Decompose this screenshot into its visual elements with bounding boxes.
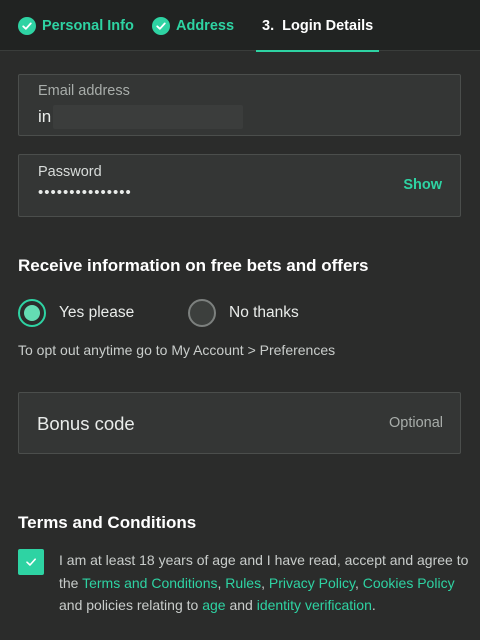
terms-checkbox[interactable] — [18, 549, 44, 575]
password-field[interactable]: Password ••••••••••••••• Show — [18, 154, 461, 217]
cookies-policy-link[interactable]: Cookies Policy — [363, 575, 455, 591]
progress-steps: Personal Info Address 3. Login Details — [0, 0, 480, 52]
radio-selected-icon[interactable] — [18, 299, 46, 327]
check-circle-icon — [152, 16, 170, 35]
terms-text: I am at least 18 years of age and I have… — [59, 549, 469, 617]
email-value-text: in — [38, 107, 52, 126]
bonus-code-field[interactable]: Bonus code Optional — [18, 392, 461, 454]
show-password-button[interactable]: Show — [403, 177, 442, 193]
terms-separator: , — [354, 574, 363, 591]
bonus-code-label: Bonus code — [37, 413, 135, 434]
terms-separator: , — [261, 574, 269, 591]
step-address[interactable]: Address — [152, 0, 234, 51]
email-label: Email address — [38, 83, 130, 99]
terms-link[interactable]: Terms and Conditions — [82, 575, 217, 591]
rules-link[interactable]: Rules — [225, 575, 261, 591]
email-field[interactable]: Email address in — [18, 74, 461, 136]
radio-unselected-icon[interactable] — [188, 299, 216, 327]
radio-no-thanks[interactable]: No thanks — [188, 298, 299, 328]
terms-and-text: and — [225, 597, 257, 613]
offers-heading: Receive information on free bets and off… — [18, 256, 369, 275]
age-link[interactable]: age — [202, 597, 225, 613]
step-label: 3. Login Details — [262, 17, 374, 34]
checkmark-icon — [26, 558, 36, 566]
email-value: in — [38, 105, 244, 129]
password-value: ••••••••••••••• — [38, 184, 132, 201]
radio-label: Yes please — [59, 304, 135, 321]
radio-label: No thanks — [229, 304, 299, 321]
terms-policies-text: and policies relating to — [59, 597, 203, 613]
email-redacted — [53, 105, 244, 129]
radio-yes-please[interactable]: Yes please — [18, 298, 134, 328]
step-label: Personal Info — [42, 17, 134, 34]
identity-verification-link[interactable]: identity verification — [257, 597, 372, 613]
optout-note: To opt out anytime go to My Account > Pr… — [18, 342, 336, 358]
step-personal-info[interactable]: Personal Info — [18, 0, 134, 51]
bonus-code-hint: Optional — [388, 415, 443, 431]
step-label: Address — [176, 17, 235, 34]
privacy-policy-link[interactable]: Privacy Policy — [269, 575, 355, 591]
terms-heading: Terms and Conditions — [18, 513, 197, 532]
password-label: Password — [38, 164, 102, 180]
step-login-details[interactable]: 3. Login Details — [255, 0, 380, 52]
terms-end: . — [371, 597, 376, 613]
check-circle-icon — [18, 16, 36, 35]
